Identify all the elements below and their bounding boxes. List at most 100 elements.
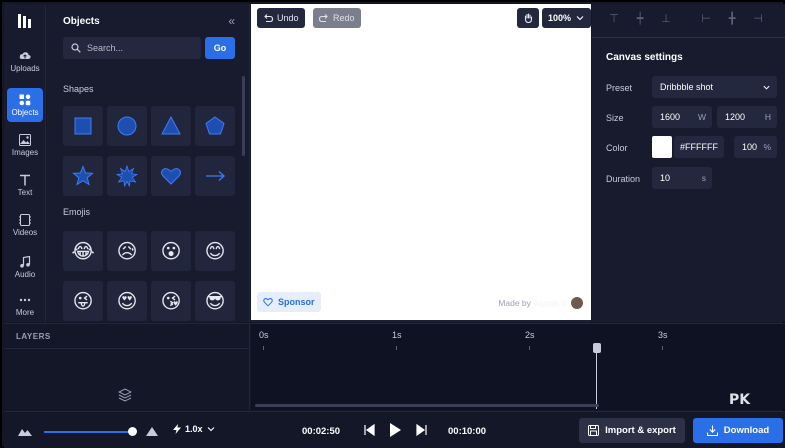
- skip-forward-icon[interactable]: [415, 423, 429, 437]
- emoji-sad: 😥: [116, 239, 138, 263]
- shapes-heading: Shapes: [63, 84, 94, 94]
- shape-triangle[interactable]: [151, 106, 191, 146]
- emoji-tile[interactable]: 😎: [195, 281, 235, 321]
- rail-item-uploads[interactable]: Uploads: [7, 44, 43, 78]
- panel-scrollbar[interactable]: [242, 76, 245, 156]
- design-canvas[interactable]: [251, 4, 591, 320]
- align-middle-icon[interactable]: ┿: [632, 12, 648, 28]
- timeline-tick: 1s: [392, 330, 402, 340]
- width-unit: W: [697, 112, 706, 122]
- zoom-out-icon[interactable]: [18, 426, 32, 436]
- opacity-unit: %: [763, 142, 771, 152]
- emoji-tile[interactable]: 😂: [63, 231, 103, 271]
- emoji-tile[interactable]: 😜: [63, 281, 103, 321]
- shape-heart[interactable]: [151, 156, 191, 196]
- canvas-settings-panel: ⊤ ┿ ⊥ ⊢ ╋ ⊣ Canvas settings Preset Dribb…: [592, 4, 785, 322]
- playhead-handle[interactable]: [593, 343, 601, 353]
- undo-icon: [264, 14, 273, 23]
- duration-field[interactable]: 10 s: [652, 167, 712, 189]
- emoji-tile[interactable]: 😮: [151, 231, 191, 271]
- zoom-slider-track[interactable]: [44, 431, 134, 433]
- tick-mark: [396, 346, 397, 350]
- align-right-icon[interactable]: ⊣: [750, 12, 766, 28]
- emojis-heading: Emojis: [63, 207, 91, 217]
- zoom-slider-handle[interactable]: [128, 427, 137, 436]
- shape-star[interactable]: [63, 156, 103, 196]
- made-by-credit[interactable]: Made by Alyssa X: [498, 297, 583, 309]
- play-icon[interactable]: [387, 422, 403, 438]
- text-icon: [20, 174, 30, 185]
- rail-item-audio[interactable]: Audio: [7, 250, 43, 284]
- avatar: [571, 297, 583, 309]
- go-button[interactable]: Go: [205, 37, 235, 59]
- layers-title: LAYERS: [16, 332, 51, 341]
- preset-select[interactable]: Dribbble shot: [652, 76, 777, 98]
- playhead-line: [596, 353, 597, 409]
- color-hex-field[interactable]: #FFFFFF: [674, 136, 724, 158]
- preset-label: Preset: [606, 83, 633, 93]
- opacity-field[interactable]: 100 %: [734, 136, 777, 158]
- timeline-scrollbar[interactable]: [255, 404, 599, 407]
- zoom-in-icon[interactable]: [146, 425, 158, 437]
- speed-value: 1.0x: [185, 424, 203, 434]
- hand-icon: [524, 13, 533, 23]
- skip-back-icon[interactable]: [362, 423, 376, 437]
- zoom-value: 100%: [548, 13, 572, 23]
- preset-value: Dribbble shot: [660, 82, 714, 92]
- watermark-logo: PK: [729, 392, 751, 408]
- import-export-label: Import & export: [605, 425, 676, 436]
- save-disk-icon: [588, 425, 600, 436]
- shape-pentagon[interactable]: [195, 106, 235, 146]
- chevron-down-icon: [576, 16, 584, 21]
- rail-item-images[interactable]: Images: [7, 128, 43, 162]
- emoji-tile[interactable]: 😥: [107, 231, 147, 271]
- lightning-icon: [173, 424, 181, 434]
- shape-square[interactable]: [63, 106, 103, 146]
- circle-icon: [117, 116, 137, 136]
- collapse-panel-icon[interactable]: «: [228, 14, 235, 28]
- rail-item-label: More: [15, 307, 35, 317]
- redo-button[interactable]: Redo: [313, 8, 361, 28]
- rail-item-objects[interactable]: Objects: [7, 88, 43, 122]
- height-field[interactable]: 1200 H: [717, 106, 777, 128]
- search-input[interactable]: Search...: [63, 37, 201, 59]
- width-field[interactable]: 1600 W: [652, 106, 712, 128]
- size-label: Size: [606, 113, 624, 123]
- rail-item-more[interactable]: More: [7, 288, 43, 322]
- align-center-icon[interactable]: ╋: [724, 12, 740, 28]
- emoji-smiling: 😊: [204, 239, 226, 263]
- undo-label: Undo: [277, 13, 299, 23]
- color-swatch[interactable]: [652, 136, 672, 158]
- timeline[interactable]: 0s 1s 2s 3s: [251, 323, 785, 410]
- align-bottom-icon[interactable]: ⊥: [658, 12, 674, 28]
- shape-circle[interactable]: [107, 106, 147, 146]
- zoom-select[interactable]: 100%: [542, 8, 592, 28]
- image-icon: [19, 133, 31, 146]
- download-button[interactable]: Download: [693, 418, 783, 443]
- square-icon: [74, 117, 92, 135]
- chevron-down-icon: [763, 85, 770, 90]
- color-label: Color: [606, 143, 628, 153]
- rail-item-text[interactable]: Text: [7, 168, 43, 202]
- align-left-icon[interactable]: ⊢: [698, 12, 714, 28]
- download-label: Download: [723, 425, 770, 436]
- tick-mark: [529, 346, 530, 350]
- rail-item-videos[interactable]: Videos: [7, 208, 43, 242]
- emoji-tile[interactable]: 😘: [151, 281, 191, 321]
- align-top-icon[interactable]: ⊤: [606, 12, 622, 28]
- import-export-button[interactable]: Import & export: [579, 418, 685, 443]
- video-icon: [19, 213, 31, 226]
- tick-mark: [263, 346, 264, 350]
- emoji-tile[interactable]: 😊: [195, 231, 235, 271]
- shape-starburst[interactable]: [107, 156, 147, 196]
- speed-select[interactable]: 1.0x: [172, 424, 219, 434]
- left-nav-rail: Uploads Objects Images Text Videos Audio…: [4, 4, 46, 322]
- chevron-down-icon: [207, 427, 214, 432]
- sponsor-button[interactable]: Sponsor: [257, 292, 321, 312]
- emoji-tile[interactable]: 😍: [107, 281, 147, 321]
- shape-arrow[interactable]: [195, 156, 235, 196]
- undo-button[interactable]: Undo: [257, 8, 305, 28]
- emoji-tears-of-joy: 😂: [71, 239, 95, 263]
- pan-tool-button[interactable]: [517, 8, 539, 28]
- opacity-value: 100: [742, 142, 758, 152]
